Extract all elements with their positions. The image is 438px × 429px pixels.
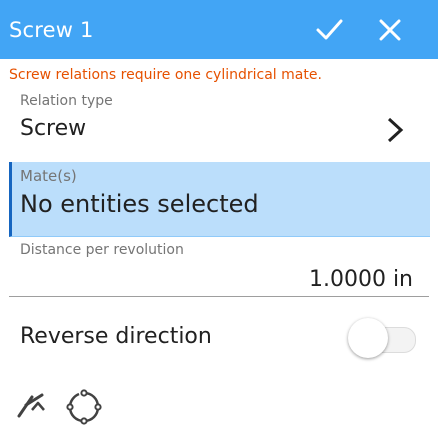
relation-type-value: Screw: [20, 116, 87, 141]
relation-type-selector[interactable]: Screw: [0, 112, 438, 148]
relation-type-label: Relation type: [20, 93, 113, 109]
mates-value: No entities selected: [20, 190, 259, 218]
dialog-header: Screw 1: [0, 0, 438, 59]
distance-input[interactable]: [151, 266, 415, 293]
check-icon: [316, 19, 343, 40]
cylinder-select-icon[interactable]: [66, 389, 102, 429]
distance-per-revolution-label: Distance per revolution: [20, 242, 184, 258]
dialog-title: Screw 1: [9, 17, 94, 42]
chevron-right-icon: [387, 117, 404, 143]
toggle-knob: [348, 318, 388, 358]
mates-label: Mate(s): [20, 167, 77, 185]
cancel-button[interactable]: [374, 14, 406, 46]
ok-button[interactable]: [313, 14, 345, 46]
mate-connector-icon[interactable]: [16, 391, 48, 423]
close-icon: [379, 19, 401, 41]
error-message: Screw relations require one cylindrical …: [9, 67, 322, 83]
mates-selection-field[interactable]: Mate(s) No entities selected: [9, 162, 430, 237]
reverse-direction-label: Reverse direction: [20, 324, 212, 349]
reverse-direction-toggle[interactable]: [348, 317, 420, 361]
distance-field: [9, 263, 429, 297]
